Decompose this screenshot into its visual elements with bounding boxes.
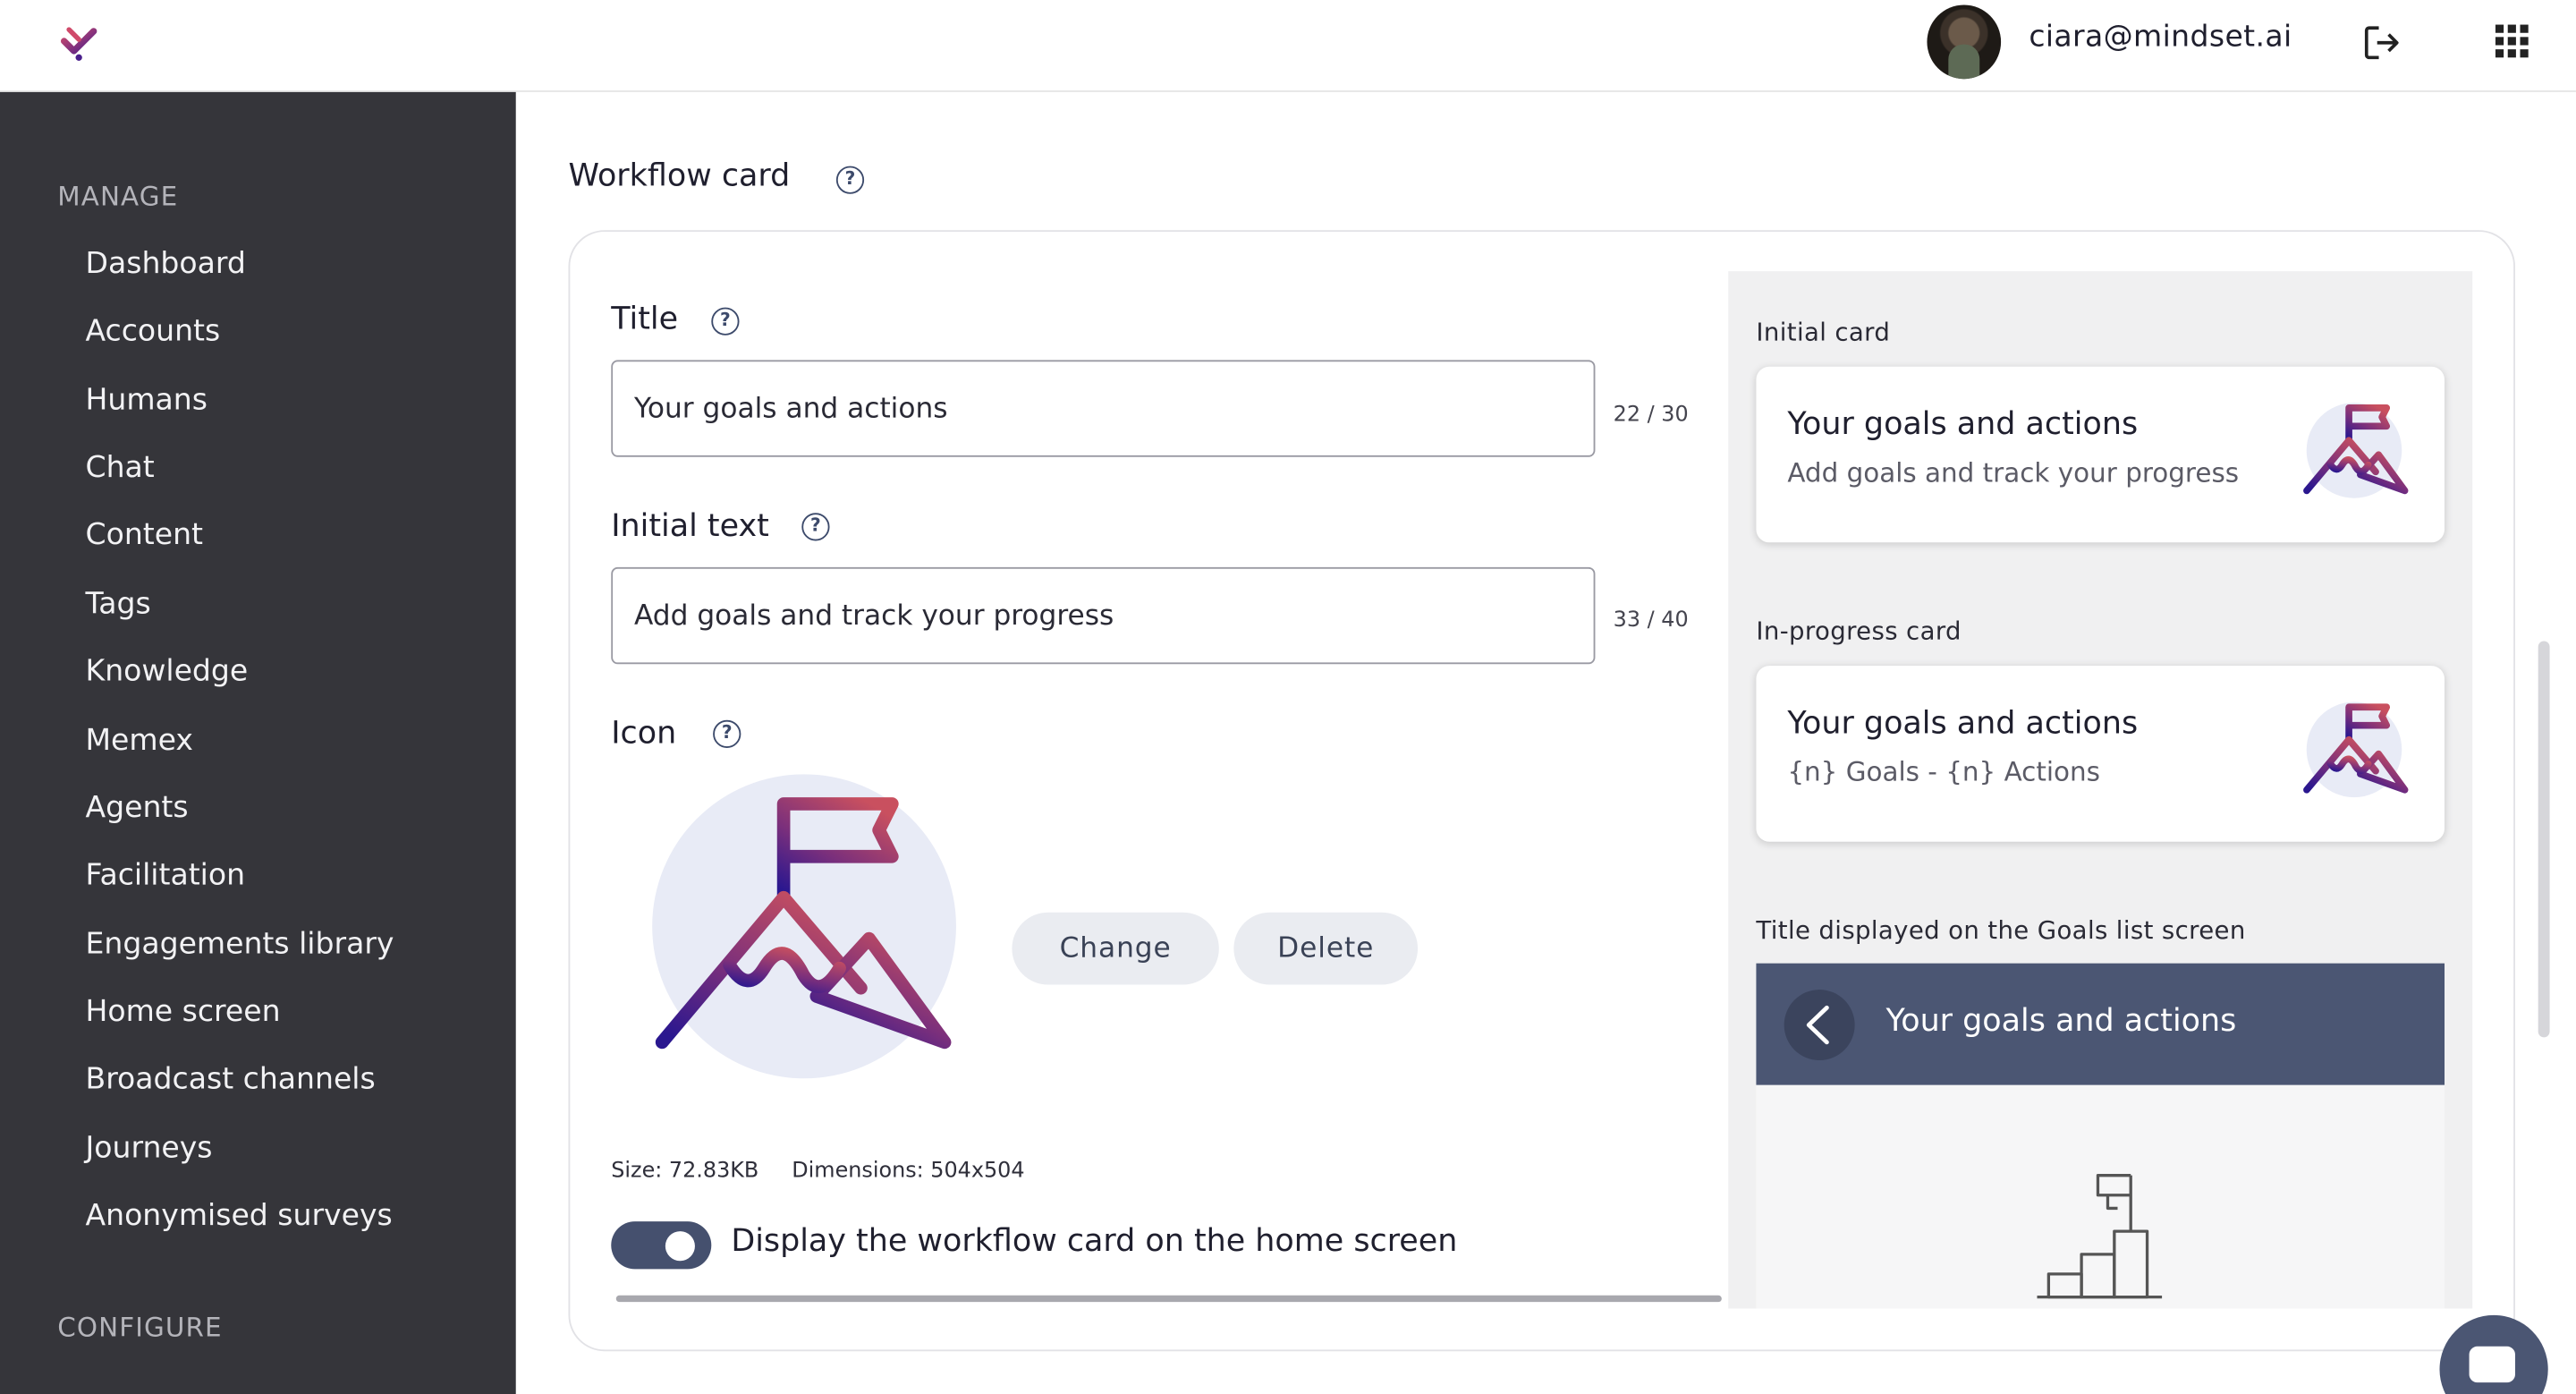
sidebar-item-chat[interactable]: Chat bbox=[86, 450, 155, 485]
toggle-knob bbox=[665, 1231, 695, 1262]
sidebar-item-anonymised-surveys[interactable]: Anonymised surveys bbox=[86, 1198, 393, 1233]
sidebar-item-engagements-library[interactable]: Engagements library bbox=[86, 927, 394, 962]
sidebar-item-accounts[interactable]: Accounts bbox=[86, 314, 221, 349]
sidebar-item-tags[interactable]: Tags bbox=[86, 587, 151, 622]
initial-card-title: Your goals and actions bbox=[1787, 405, 2139, 443]
initial-text-input[interactable] bbox=[611, 566, 1596, 665]
goals-list-screen-preview: Your goals and actions bbox=[1756, 963, 2445, 1309]
progress-card-title: Your goals and actions bbox=[1787, 705, 2139, 742]
apps-grid-icon[interactable] bbox=[2494, 23, 2529, 59]
sidebar-item-knowledge[interactable]: Knowledge bbox=[86, 654, 249, 689]
initial-text-label: Initial text bbox=[611, 507, 769, 545]
sidebar-item-content[interactable]: Content bbox=[86, 518, 203, 553]
progress-card-label: In-progress card bbox=[1756, 616, 1962, 647]
progress-card-subtitle: {n} Goals - {n} Actions bbox=[1787, 756, 2100, 788]
preview-pane: Initial card Your goals and actions Add … bbox=[1728, 271, 2473, 1309]
sidebar-heading-configure: CONFIGURE bbox=[57, 1312, 223, 1344]
icon-dimensions: Dimensions: 504x504 bbox=[792, 1159, 1025, 1184]
initial-card-subtitle: Add goals and track your progress bbox=[1787, 456, 2240, 489]
initial-text-char-counter: 33 / 40 bbox=[1613, 608, 1689, 633]
icon-help-icon[interactable]: ? bbox=[713, 719, 741, 748]
progress-card-mountain-icon bbox=[2303, 699, 2411, 801]
vertical-scrollbar[interactable] bbox=[2538, 641, 2550, 1038]
section-title: Workflow card bbox=[568, 157, 791, 194]
sidebar-item-dashboard[interactable]: Dashboard bbox=[86, 247, 246, 282]
home-screen-toggle-label: Display the workflow card on the home sc… bbox=[731, 1222, 1458, 1260]
initial-card-label: Initial card bbox=[1756, 317, 1891, 347]
icon-size: Size: 72.83KB bbox=[611, 1159, 759, 1184]
delete-icon-button[interactable]: Delete bbox=[1233, 912, 1419, 985]
top-bar: ciara@mindset.ai bbox=[0, 0, 2576, 92]
icon-label: Icon bbox=[611, 715, 677, 752]
sidebar-heading-manage: MANAGE bbox=[57, 181, 179, 213]
chevron-left-icon bbox=[1806, 1005, 1829, 1045]
sidebar-item-humans[interactable]: Humans bbox=[86, 383, 208, 418]
horizontal-scrollbar[interactable] bbox=[615, 1295, 1722, 1303]
logout-icon[interactable] bbox=[2360, 21, 2403, 64]
user-avatar[interactable] bbox=[1927, 4, 2002, 80]
initial-text-help-icon[interactable]: ? bbox=[801, 513, 830, 541]
mountain-flag-icon bbox=[655, 797, 952, 1050]
sidebar-item-facilitation[interactable]: Facilitation bbox=[86, 858, 246, 893]
sidebar-item-agents[interactable]: Agents bbox=[86, 791, 189, 826]
sidebar: MANAGE Dashboard Accounts Humans Chat Co… bbox=[0, 91, 516, 1394]
goals-list-title: Your goals and actions bbox=[1885, 1002, 2237, 1040]
user-email: ciara@mindset.ai bbox=[2029, 20, 2292, 55]
sidebar-item-memex[interactable]: Memex bbox=[86, 723, 193, 758]
progress-card-preview: Your goals and actions {n} Goals - {n} A… bbox=[1756, 666, 2445, 842]
goals-list-header: Your goals and actions bbox=[1756, 963, 2445, 1085]
sidebar-item-broadcast-channels[interactable]: Broadcast channels bbox=[86, 1062, 376, 1097]
initial-card-mountain-icon bbox=[2303, 399, 2411, 501]
sidebar-item-home-screen[interactable]: Home screen bbox=[86, 995, 281, 1030]
title-label: Title bbox=[611, 301, 679, 337]
sidebar-item-journeys[interactable]: Journeys bbox=[86, 1131, 213, 1166]
chat-launcher-button[interactable] bbox=[2439, 1314, 2548, 1394]
chat-bubble-icon bbox=[2469, 1346, 2515, 1383]
title-char-counter: 22 / 30 bbox=[1613, 403, 1689, 428]
page: ciara@mindset.ai MANAGE Dashboard Accoun… bbox=[0, 0, 2576, 1394]
mindset-logo[interactable] bbox=[55, 18, 101, 64]
help-icon[interactable]: ? bbox=[835, 166, 865, 194]
goals-list-label: Title displayed on the Goals list screen bbox=[1756, 915, 2246, 946]
initial-card-preview: Your goals and actions Add goals and tra… bbox=[1756, 366, 2445, 543]
title-input[interactable] bbox=[611, 360, 1596, 457]
change-icon-button[interactable]: Change bbox=[1012, 912, 1219, 985]
podium-flag-icon bbox=[2037, 1174, 2163, 1299]
title-help-icon[interactable]: ? bbox=[711, 307, 740, 336]
home-screen-toggle[interactable] bbox=[611, 1221, 712, 1270]
back-button[interactable] bbox=[1784, 990, 1855, 1061]
